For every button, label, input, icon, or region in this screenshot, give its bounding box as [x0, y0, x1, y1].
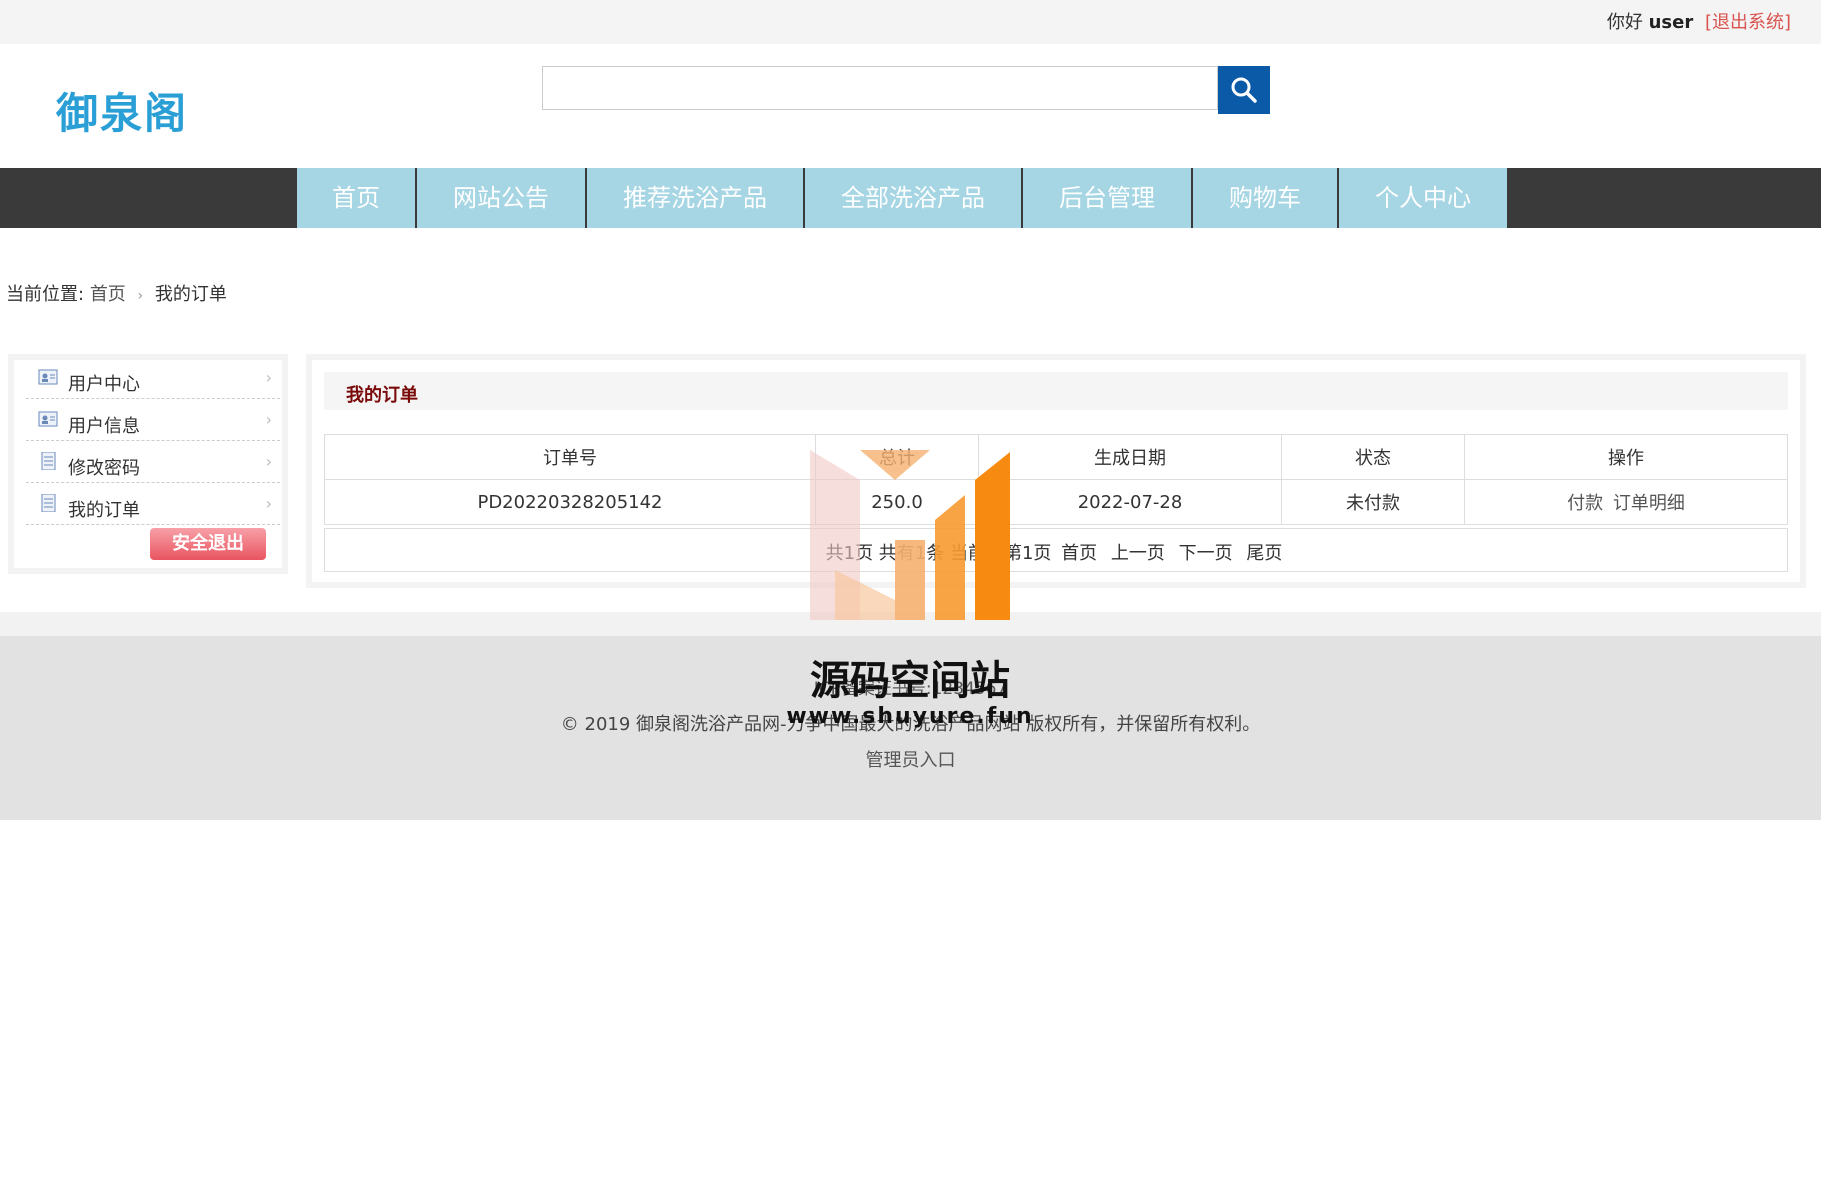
order-status: 未付款 [1281, 479, 1465, 525]
pagination: 共1页 共有1条 当前为第1页 首页 上一页 下一页 尾页 [324, 528, 1788, 572]
sidebar-item-my-orders[interactable]: 我的订单 › [26, 484, 280, 525]
table-row: PD20220328205142 250.0 2022-07-28 未付款 付款… [324, 479, 1788, 525]
nav-item-home[interactable]: 首页 [297, 168, 417, 228]
sidebar-item-label: 用户中心 [68, 374, 140, 395]
nav-item-admin[interactable]: 后台管理 [1023, 168, 1193, 228]
user-sidebar: 用户中心 › 用户信息 › 修改密码 › 我的订单 › 安全退出 [8, 354, 288, 574]
chevron-right-icon: › [265, 494, 272, 513]
main-nav: 首页 网站公告 推荐洗浴产品 全部洗浴产品 后台管理 购物车 个人中心 [0, 168, 1821, 228]
pay-link[interactable]: 付款 [1567, 493, 1603, 514]
next-page-link[interactable]: 下一页 [1179, 543, 1233, 564]
sidebar-item-label: 我的订单 [68, 500, 140, 521]
column-header: 总计 [815, 434, 979, 480]
sidebar-item-change-password[interactable]: 修改密码 › [26, 442, 280, 483]
footer-divider [0, 612, 1821, 636]
top-bar: 你好 user [退出系统] [0, 0, 1821, 44]
logout-link[interactable]: [退出系统] [1705, 12, 1791, 33]
site-logo[interactable]: 御泉阁 [56, 80, 188, 141]
last-page-link[interactable]: 尾页 [1246, 543, 1282, 564]
safe-exit-button[interactable]: 安全退出 [150, 528, 266, 560]
order-total: 250.0 [815, 479, 979, 525]
chevron-right-icon: › [137, 288, 144, 304]
search-input[interactable] [542, 66, 1218, 110]
prev-page-link[interactable]: 上一页 [1111, 543, 1165, 564]
column-header: 生成日期 [978, 434, 1282, 480]
order-actions: 付款 订单明细 [1464, 479, 1788, 525]
search-button[interactable] [1218, 66, 1270, 114]
id-card-icon [38, 369, 58, 385]
search-icon [1231, 77, 1257, 103]
chevron-right-icon: › [265, 368, 272, 387]
order-detail-link[interactable]: 订单明细 [1613, 493, 1685, 514]
breadcrumb-home[interactable]: 首页 [90, 284, 126, 305]
panel-title: 我的订单 [346, 385, 418, 406]
breadcrumb: 当前位置: 首页 › 我的订单 [6, 280, 227, 306]
user-greeting: 你好 user [退出系统] [1607, 8, 1791, 34]
document-icon [41, 452, 56, 470]
sidebar-item-user-center[interactable]: 用户中心 › [26, 358, 280, 399]
breadcrumb-current: 我的订单 [154, 284, 227, 305]
search-bar [542, 66, 1270, 114]
chevron-right-icon: › [265, 410, 272, 429]
chevron-right-icon: › [265, 452, 272, 471]
sidebar-item-user-info[interactable]: 用户信息 › [26, 400, 280, 441]
greeting-text: 你好 [1606, 12, 1643, 33]
nav-item-profile[interactable]: 个人中心 [1339, 168, 1509, 228]
watermark-url: www.shuyure.fun [786, 704, 1034, 729]
header: 御泉阁 [0, 44, 1821, 168]
table-header-row: 订单号 总计 生成日期 状态 操作 [324, 434, 1788, 480]
column-header: 订单号 [324, 434, 816, 480]
id-card-icon [38, 411, 58, 427]
first-page-link[interactable]: 首页 [1061, 543, 1097, 564]
nav-item-recommended-products[interactable]: 推荐洗浴产品 [587, 168, 805, 228]
sidebar-item-label: 用户信息 [68, 416, 140, 437]
orders-panel: 我的订单 订单号 总计 生成日期 状态 操作 PD20220328205142 … [306, 354, 1806, 588]
username: user [1648, 12, 1694, 33]
order-date: 2022-07-28 [978, 479, 1282, 525]
pagination-summary: 共1页 共有1条 当前为第1页 [825, 543, 1052, 564]
order-number: PD20220328205142 [324, 479, 816, 525]
panel-title-bar: 我的订单 [324, 372, 1788, 410]
document-icon [41, 494, 56, 512]
nav-item-cart[interactable]: 购物车 [1193, 168, 1339, 228]
sidebar-item-label: 修改密码 [68, 458, 140, 479]
nav-item-all-products[interactable]: 全部洗浴产品 [805, 168, 1023, 228]
column-header: 状态 [1281, 434, 1465, 480]
orders-table: 订单号 总计 生成日期 状态 操作 PD20220328205142 250.0… [324, 434, 1788, 525]
column-header: 操作 [1464, 434, 1788, 480]
breadcrumb-prefix: 当前位置: [6, 284, 85, 305]
watermark-title: 源码空间站 [810, 658, 1010, 704]
nav-item-announcements[interactable]: 网站公告 [417, 168, 587, 228]
admin-entry-link[interactable]: 管理员入口 [0, 746, 1821, 772]
